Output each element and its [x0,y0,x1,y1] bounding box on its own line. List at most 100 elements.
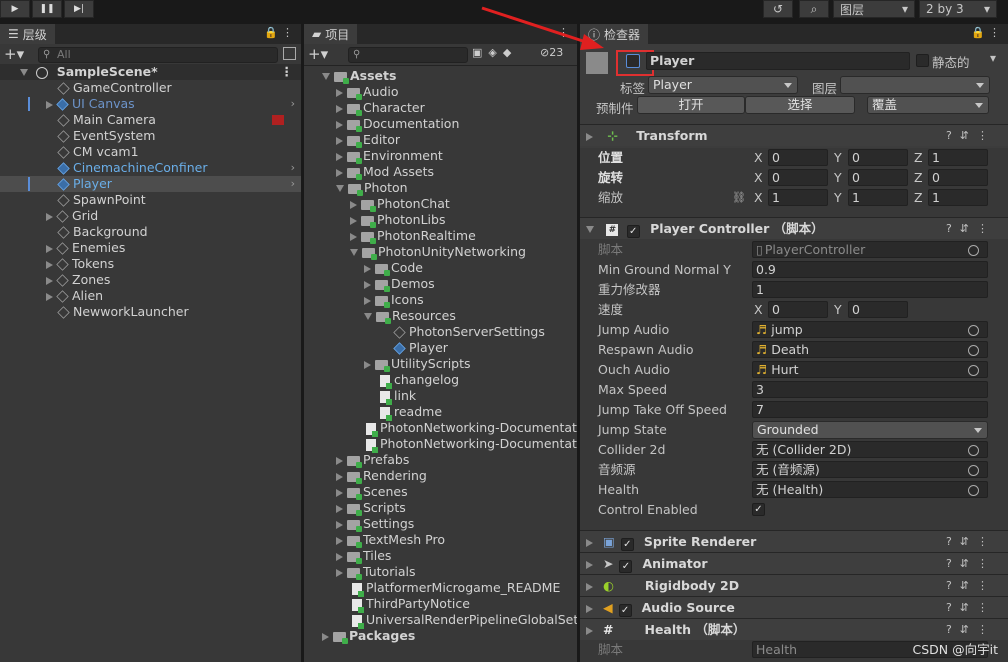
property-field[interactable]: 3 [752,381,988,398]
hierarchy-item[interactable]: CinemachineConfiner › [0,160,301,176]
project-item[interactable]: Tiles [304,548,577,564]
expand-icon[interactable] [46,260,53,269]
expand-icon[interactable] [336,88,343,97]
hierarchy-tab-menu-icon[interactable]: 🔒⋮ [264,26,297,39]
expand-icon[interactable] [350,216,357,225]
control-enabled-checkbox[interactable]: ✓ [752,503,765,516]
project-item[interactable]: Tutorials [304,564,577,580]
transform-scale-y-input[interactable]: 1 [848,189,908,206]
expand-icon[interactable] [336,152,343,161]
object-picker-icon[interactable] [968,485,979,496]
project-item[interactable]: Audio [304,84,577,100]
project-item[interactable]: Scenes [304,484,577,500]
project-item[interactable]: PhotonNetworking-Documentation [304,420,577,437]
transform-header[interactable]: ⊹ Transform ?⇵⋮ [580,124,1008,146]
component-enabled-checkbox[interactable]: ✓ [618,604,632,617]
hierarchy-item[interactable]: Zones [0,272,301,288]
project-item[interactable]: Photon [304,180,577,196]
project-tab-menu-icon[interactable]: ⋮ [558,26,573,39]
hierarchy-item[interactable]: Background [0,224,301,240]
pause-button[interactable]: ❚❚ [32,0,62,18]
add-icon[interactable]: +▾ [4,45,24,63]
project-item[interactable]: PhotonServerSettings [304,324,577,340]
expand-icon[interactable] [350,249,358,256]
expand-icon[interactable] [336,552,343,561]
layers-dropdown[interactable]: 图层 ▾ [833,0,915,18]
expand-icon[interactable] [336,472,343,481]
project-search-input[interactable]: ⚲ [348,47,468,63]
player-controller-header[interactable]: # ✓ Player Controller （脚本） ?⇵⋮ [580,217,1008,239]
transform-rotation-z-input[interactable]: 0 [928,169,988,186]
expand-icon[interactable] [586,132,593,141]
project-item[interactable]: Documentation [304,116,577,132]
project-item[interactable]: Player [304,340,577,356]
chevron-right-icon[interactable]: › [291,160,295,176]
expand-icon[interactable] [46,100,53,109]
component-header[interactable]: # Health （脚本） ?⇵⋮ [580,618,1008,640]
hierarchy-item[interactable]: Enemies [0,240,301,256]
tab-hierarchy[interactable]: ☰ 层级 [0,24,55,44]
property-field[interactable]: ♬ jump [752,321,988,338]
select-prefab-button[interactable]: 选择 [745,96,855,114]
hierarchy-item[interactable]: SpawnPoint [0,192,301,208]
object-picker-icon[interactable] [968,325,979,336]
property-field[interactable]: ▯ PlayerController [752,241,988,258]
hidden-packages-toggle[interactable]: ⊘23 [540,46,563,59]
project-item[interactable]: PhotonNetworking-Documentation [304,436,577,453]
expand-icon[interactable] [46,276,53,285]
static-checkbox[interactable] [916,54,929,67]
object-picker-icon[interactable] [968,345,979,356]
tag-dropdown[interactable]: Player [648,76,798,94]
component-menu-icons[interactable]: ?⇵⋮ [946,218,996,240]
chevron-right-icon[interactable]: › [291,176,295,192]
search-icon[interactable]: ⌕ [799,0,829,18]
expand-icon[interactable] [364,280,371,289]
hierarchy-item[interactable]: CM vcam1 [0,144,301,160]
transform-position-x-input[interactable]: 0 [768,149,828,166]
component-header[interactable]: ◀ ✓ Audio Source ?⇵⋮ [580,596,1008,618]
project-item[interactable]: TextMesh Pro [304,532,577,548]
expand-icon[interactable] [336,168,343,177]
object-picker-icon[interactable] [968,365,979,376]
expand-icon[interactable] [46,292,53,301]
expand-icon[interactable] [336,185,344,192]
project-item[interactable]: link [304,388,577,405]
property-field[interactable]: 0.9 [752,261,988,278]
object-picker-icon[interactable] [968,245,979,256]
component-menu-icons[interactable]: ?⇵⋮ [946,597,996,619]
expand-icon[interactable] [336,120,343,129]
hierarchy-item[interactable]: EventSystem [0,128,301,144]
history-icon[interactable]: ↺ [763,0,793,18]
inspector-tab-menu-icon[interactable]: 🔒⋮ [971,26,1004,39]
project-item[interactable]: Packages [304,628,577,644]
transform-position-z-input[interactable]: 1 [928,149,988,166]
scene-filter-icon[interactable] [283,47,296,60]
layout-dropdown[interactable]: 2 by 3 ▾ [919,0,997,18]
project-item[interactable]: PhotonLibs [304,212,577,228]
component-enabled-checkbox[interactable]: ✓ [619,560,633,573]
expand-icon[interactable] [586,604,593,613]
expand-icon[interactable] [350,232,357,241]
property-field[interactable]: 无 (音频源) [752,461,988,478]
project-item[interactable]: readme [304,404,577,421]
transform-rotation-y-input[interactable]: 0 [848,169,908,186]
hierarchy-search-input[interactable]: ⚲ All [38,47,278,63]
component-menu-icons[interactable]: ?⇵⋮ [946,619,996,641]
component-enabled-checkbox[interactable]: ✓ [620,538,634,551]
expand-icon[interactable] [336,536,343,545]
expand-icon[interactable] [20,69,28,76]
jump-state-dropdown[interactable]: Grounded [752,421,988,439]
property-field[interactable]: ♬ Hurt [752,361,988,378]
project-item[interactable]: Code [304,260,577,276]
project-item[interactable]: Assets [304,68,577,84]
expand-icon[interactable] [46,212,53,221]
layer-dropdown[interactable] [840,76,990,94]
filter-icons[interactable]: ▣◈◆ [472,46,517,59]
expand-icon[interactable] [336,136,343,145]
component-header[interactable]: ▣ ✓ Sprite Renderer ?⇵⋮ [580,530,1008,552]
project-item[interactable]: PlatformerMicrogame_README [304,580,577,597]
property-field[interactable]: 无 (Health) [752,481,988,498]
tab-project[interactable]: ▰ 项目 [304,24,358,44]
project-item[interactable]: Prefabs [304,452,577,468]
expand-icon[interactable] [336,504,343,513]
